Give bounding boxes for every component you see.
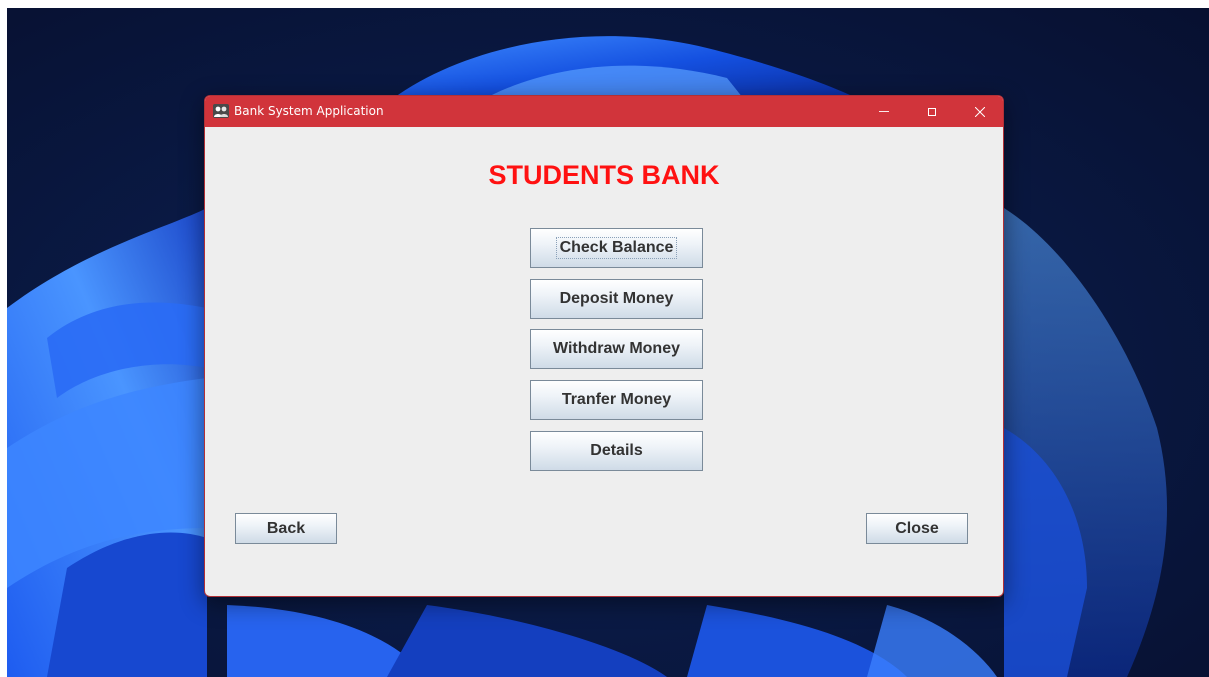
window-title: Bank System Application	[234, 104, 384, 118]
withdraw-money-label: Withdraw Money	[553, 340, 680, 357]
maximize-icon	[928, 107, 936, 116]
check-balance-label: Check Balance	[555, 237, 678, 259]
check-balance-button[interactable]: Check Balance	[530, 228, 703, 268]
details-button[interactable]: Details	[530, 431, 703, 471]
details-label: Details	[590, 442, 643, 459]
minimize-button[interactable]	[861, 96, 907, 127]
title-bar[interactable]: Bank System Application	[205, 96, 1003, 127]
back-button[interactable]: Back	[235, 513, 337, 544]
deposit-money-label: Deposit Money	[559, 290, 674, 307]
transfer-money-label: Tranfer Money	[561, 391, 672, 408]
minimize-icon	[879, 111, 889, 112]
close-button[interactable]: Close	[866, 513, 968, 544]
desktop: Bank System Application STUDENTS BANK Ch…	[0, 0, 1209, 677]
window-close-button[interactable]	[957, 96, 1003, 127]
maximize-button[interactable]	[909, 96, 955, 127]
back-label: Back	[266, 519, 306, 537]
app-users-icon	[213, 104, 229, 118]
deposit-money-button[interactable]: Deposit Money	[530, 279, 703, 319]
transfer-money-button[interactable]: Tranfer Money	[530, 380, 703, 420]
close-label: Close	[895, 519, 939, 537]
page-title: STUDENTS BANK	[488, 160, 720, 190]
close-icon	[975, 106, 985, 117]
withdraw-money-button[interactable]: Withdraw Money	[530, 329, 703, 369]
bank-app-window: Bank System Application STUDENTS BANK Ch…	[204, 95, 1004, 597]
